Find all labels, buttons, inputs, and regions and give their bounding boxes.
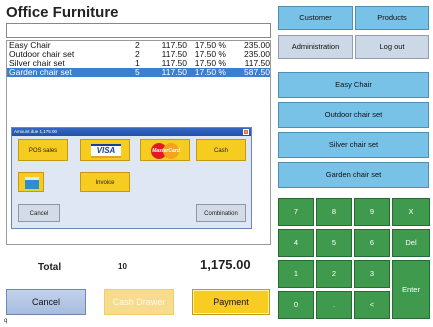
cancel-button[interactable]: Cancel (6, 289, 86, 315)
key-del[interactable]: Del (392, 229, 430, 257)
dialog-titlebar: Amount due 1,175.00 × (12, 128, 251, 136)
key-4[interactable]: 4 (278, 229, 314, 257)
key-3[interactable]: 3 (354, 260, 390, 288)
right-panel: Customer Products Administration Log out… (275, 0, 433, 327)
visa-button[interactable]: VISA (80, 139, 130, 161)
products-button[interactable]: Products (355, 6, 429, 30)
key-5[interactable]: 5 (316, 229, 352, 257)
page-title: Office Furniture (6, 4, 119, 21)
numeric-keypad: 7 8 9 X 4 5 6 Del 1 2 3 Enter 0 . < (278, 198, 430, 320)
key-1[interactable]: 1 (278, 260, 314, 288)
product-button-silver-chair-set[interactable]: Silver chair set (278, 132, 429, 158)
dialog-cancel-button[interactable]: Cancel (18, 204, 60, 222)
close-icon[interactable]: × (243, 129, 249, 135)
order-list[interactable]: Easy Chair 2 117.50 17.50 % 235.00 Outdo… (6, 40, 271, 245)
key-7[interactable]: 7 (278, 198, 314, 226)
invoice-button[interactable]: Invoice (80, 172, 130, 192)
item-total: 587.50 (244, 67, 270, 77)
visa-logo: VISA (91, 144, 121, 158)
product-button-outdoor-chair-set[interactable]: Outdoor chair set (278, 102, 429, 128)
total-amount: 1,175.00 (200, 257, 251, 272)
item-qty: 5 (135, 67, 140, 77)
cash-button[interactable]: Cash (196, 139, 246, 161)
key-8[interactable]: 8 (316, 198, 352, 226)
amex-logo (25, 177, 39, 189)
status-text: q (4, 318, 8, 324)
key-2[interactable]: 2 (316, 260, 352, 288)
amex-button[interactable] (18, 172, 44, 192)
search-input[interactable] (6, 23, 271, 38)
key-0[interactable]: 0 (278, 291, 314, 319)
item-price: 117.50 (161, 67, 187, 77)
administration-button[interactable]: Administration (278, 35, 353, 59)
payment-button[interactable]: Payment (192, 289, 270, 315)
key-dot[interactable]: . (316, 291, 352, 319)
total-quantity: 10 (118, 262, 127, 271)
key-9[interactable]: 9 (354, 198, 390, 226)
key-backspace[interactable]: < (354, 291, 390, 319)
pos-sales-button[interactable]: POS sales (18, 139, 68, 161)
product-button-easy-chair[interactable]: Easy Chair (278, 72, 429, 98)
customer-button[interactable]: Customer (278, 6, 353, 30)
total-label: Total (38, 262, 62, 273)
product-button-garden-chair-set[interactable]: Garden chair set (278, 162, 429, 188)
key-x[interactable]: X (392, 198, 430, 226)
dialog-title: Amount due 1,175.00 (14, 129, 58, 134)
cash-drawer-button[interactable]: Cash Drawer (104, 289, 174, 315)
payment-dialog: Amount due 1,175.00 × POS sales VISA Mas… (11, 127, 252, 229)
key-enter[interactable]: Enter (392, 260, 430, 319)
combination-button[interactable]: Combination (196, 204, 246, 222)
mastercard-button[interactable]: MasterCard (140, 139, 190, 161)
item-tax: 17.50 % (194, 67, 226, 77)
item-name: Garden chair set (9, 67, 72, 77)
key-6[interactable]: 6 (354, 229, 390, 257)
order-row-selected[interactable]: Garden chair set 5 117.50 17.50 % 587.50 (7, 68, 270, 77)
logout-button[interactable]: Log out (355, 35, 429, 59)
mastercard-logo: MasterCard (149, 143, 183, 159)
